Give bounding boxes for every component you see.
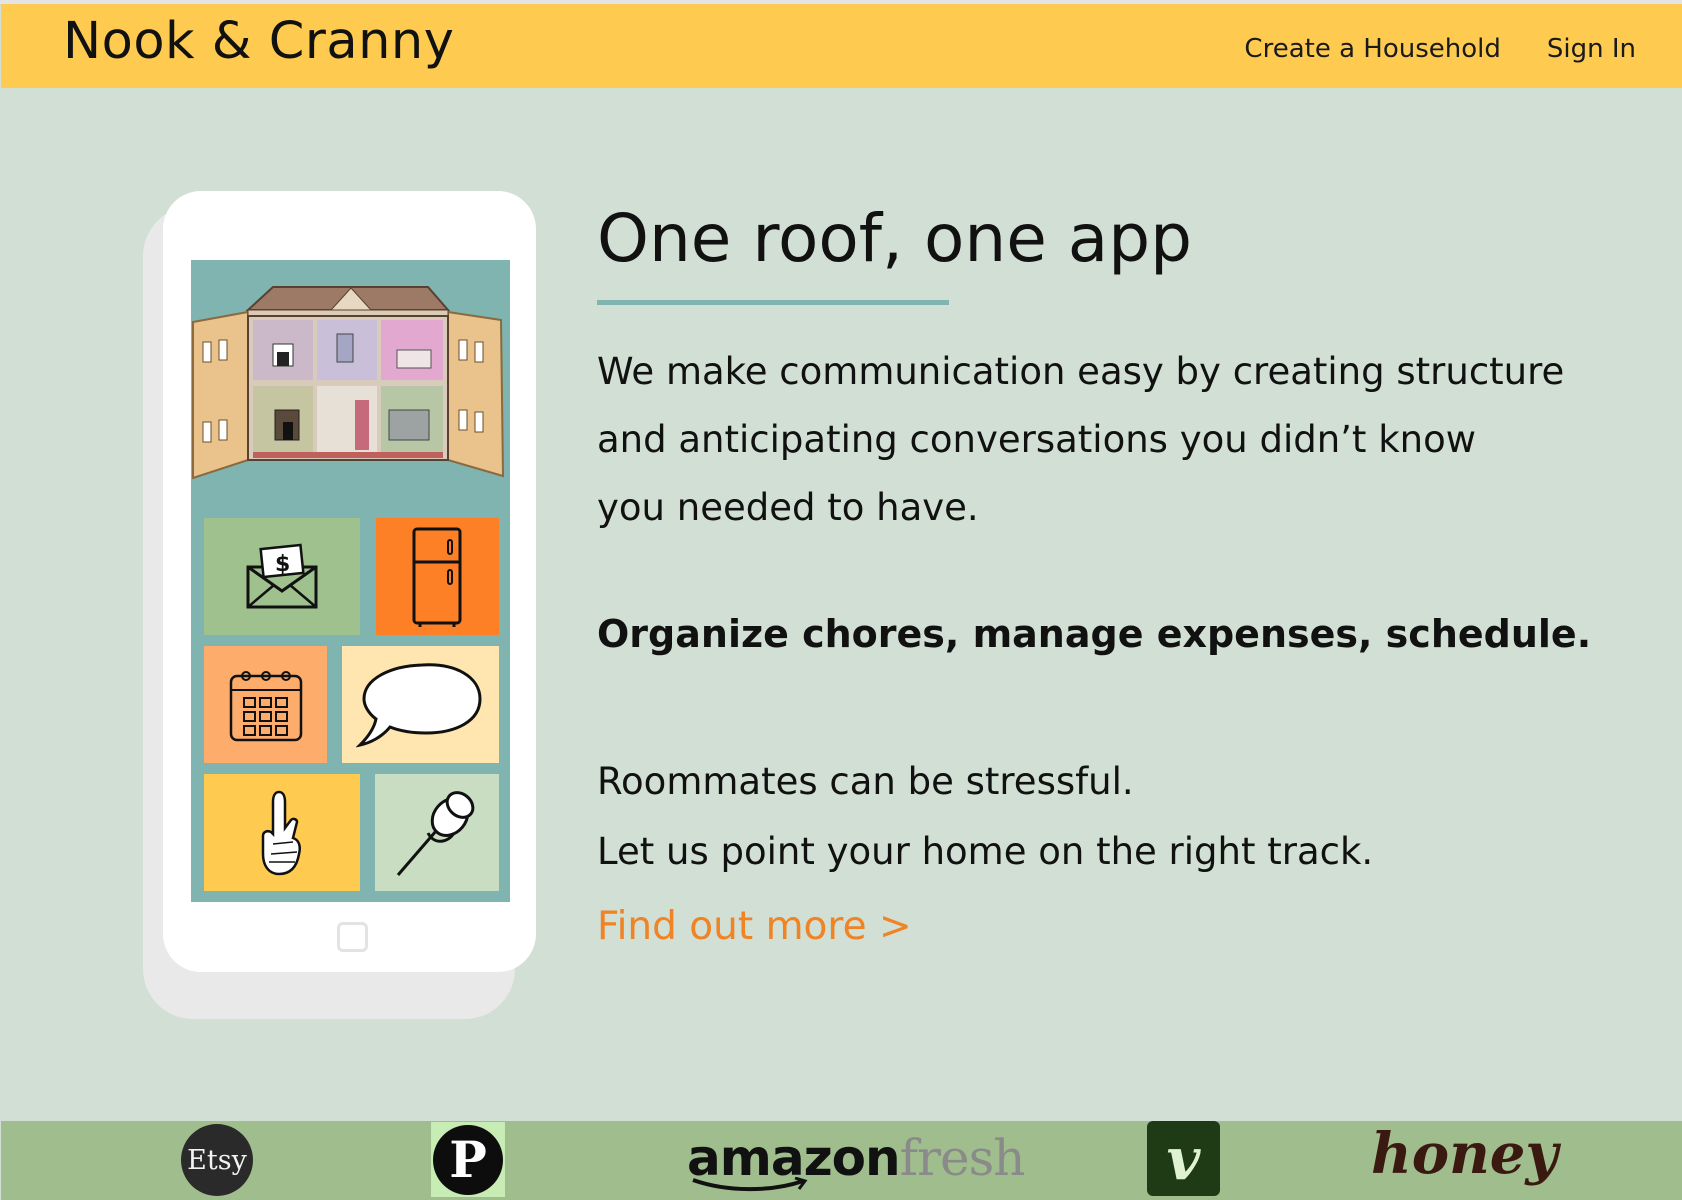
reminders-tile[interactable] (375, 774, 499, 891)
calendar-tile[interactable] (204, 646, 327, 763)
site-header: Nook & Cranny Create a Household Sign In (1, 4, 1682, 88)
honey-logo[interactable]: honey (1371, 1121, 1558, 1187)
find-out-more-link[interactable]: Find out more > (597, 904, 912, 949)
sign-in-link[interactable]: Sign In (1547, 34, 1636, 64)
features-line: Organize chores, manage expenses, schedu… (597, 612, 1592, 656)
chat-tile[interactable] (342, 646, 499, 763)
intro-line: and anticipating conversations you didn’… (597, 418, 1476, 461)
svg-text:$: $ (275, 552, 290, 577)
partner-footer: Etsy P amazonfresh v honey (1, 1121, 1682, 1200)
chores-tile[interactable] (204, 774, 360, 891)
intro-line: you needed to have. (597, 486, 979, 529)
fresh-wordmark: fresh (899, 1129, 1026, 1187)
phone-home-button (337, 922, 368, 952)
create-household-link[interactable]: Create a Household (1244, 34, 1500, 64)
intro-paragraph: We make communication easy by creating s… (597, 338, 1597, 542)
tagline-paragraph: Roommates can be stressful. Let us point… (597, 747, 1373, 887)
etsy-logo[interactable]: Etsy (181, 1124, 253, 1196)
pinterest-icon: P (433, 1124, 503, 1195)
brand-logo[interactable]: Nook & Cranny (63, 12, 454, 71)
calendar-icon (229, 670, 302, 741)
phone-screen: $ (191, 260, 510, 902)
pushpin-icon (396, 790, 475, 876)
amazonfresh-logo[interactable]: amazonfresh (687, 1129, 1026, 1192)
amazon-smile-icon (692, 1177, 808, 1192)
expenses-tile[interactable]: $ (204, 518, 360, 635)
top-nav: Create a Household Sign In (1244, 34, 1636, 64)
fridge-icon (412, 527, 461, 627)
tagline-line: Let us point your home on the right trac… (597, 830, 1374, 873)
pinterest-logo[interactable]: P (431, 1122, 505, 1197)
title-underline (597, 300, 949, 305)
intro-line: We make communication easy by creating s… (597, 350, 1565, 393)
fridge-tile[interactable] (376, 518, 499, 635)
speech-bubble-icon (355, 662, 482, 747)
dollhouse-illustration (192, 286, 505, 480)
page-title: One roof, one app (597, 200, 1193, 277)
crossed-fingers-icon (261, 790, 301, 875)
money-envelope-icon: $ (246, 543, 318, 608)
tagline-line: Roommates can be stressful. (597, 760, 1134, 803)
venmo-logo[interactable]: v (1147, 1121, 1220, 1196)
